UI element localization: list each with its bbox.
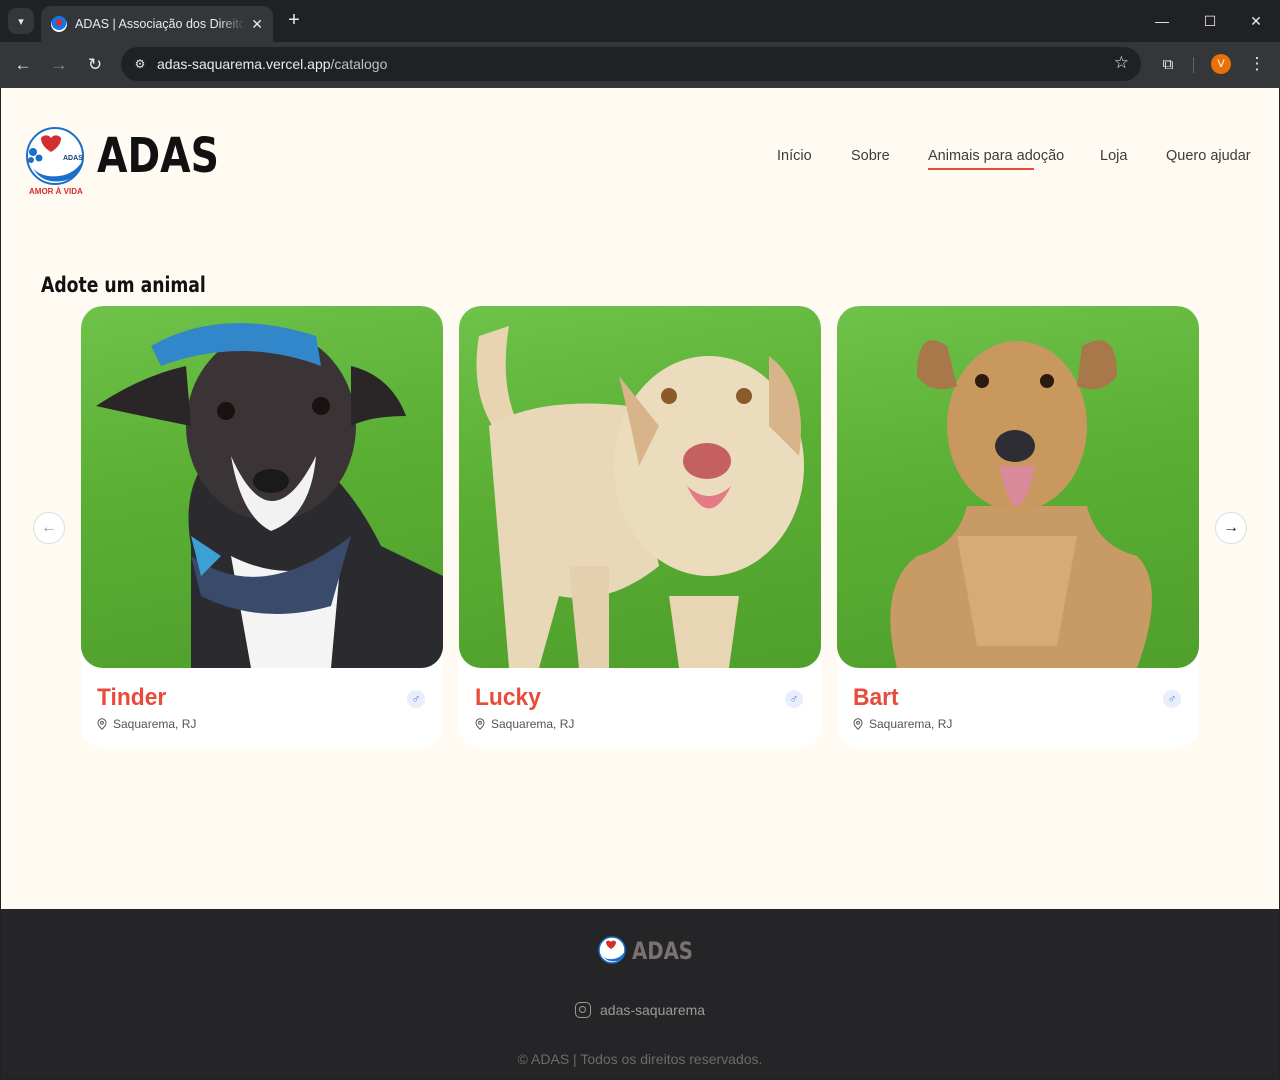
- animal-name[interactable]: Bart: [853, 684, 899, 712]
- animal-location: Saquarema, RJ: [853, 717, 952, 731]
- profile-avatar[interactable]: V: [1211, 54, 1231, 74]
- extensions-icon[interactable]: ⧉: [1157, 53, 1179, 75]
- tab-close-icon[interactable]: ✕: [251, 16, 263, 33]
- nav-animais-para-adocao[interactable]: Animais para adoção: [928, 148, 1064, 164]
- location-text: Saquarema, RJ: [491, 717, 575, 731]
- animal-name[interactable]: Lucky: [475, 684, 541, 712]
- address-bar[interactable]: ⚙ adas-saquarema.vercel.app/catalogo ☆: [121, 47, 1141, 81]
- new-tab-icon[interactable]: +: [283, 9, 305, 31]
- animal-photo[interactable]: [81, 306, 443, 668]
- tab-title: ADAS | Associação dos Direitos: [75, 17, 246, 31]
- male-gender-icon: ♂: [785, 690, 803, 708]
- copyright-text: © ADAS | Todos os direitos reservados.: [517, 1051, 763, 1067]
- nav-inicio[interactable]: Início: [777, 148, 812, 164]
- browser-tabbar: ▾ ADAS | Associação dos Direitos ✕ + — ☐…: [0, 0, 1280, 42]
- maximize-icon[interactable]: ☐: [1196, 8, 1224, 34]
- browser-tab[interactable]: ADAS | Associação dos Direitos ✕: [41, 6, 273, 42]
- carousel-prev-button[interactable]: ←: [33, 512, 65, 544]
- male-gender-icon: ♂: [1163, 690, 1181, 708]
- animal-card[interactable]: Bart ♂ Saquarema, RJ: [837, 306, 1199, 748]
- footer-brand: ADAS: [632, 937, 693, 965]
- location-pin-icon: [853, 718, 863, 730]
- animal-card[interactable]: Tinder ♂ Saquarema, RJ: [81, 306, 443, 748]
- footer-logo[interactable]: [597, 935, 627, 965]
- page-content: ADAS AMOR À VIDA ADAS Início Sobre Anima…: [1, 88, 1279, 1079]
- toolbar-divider: [1193, 57, 1194, 73]
- instagram-icon: [575, 1002, 591, 1018]
- animal-card[interactable]: Lucky ♂ Saquarema, RJ: [459, 306, 821, 748]
- url-text[interactable]: adas-saquarema.vercel.app/catalogo: [157, 56, 387, 72]
- favicon-icon: [51, 16, 67, 32]
- nav-loja[interactable]: Loja: [1100, 148, 1127, 164]
- brand-title[interactable]: ADAS: [97, 128, 219, 184]
- location-text: Saquarema, RJ: [113, 717, 197, 731]
- arrow-right-icon: →: [1223, 519, 1239, 536]
- nav-sobre[interactable]: Sobre: [851, 148, 890, 164]
- animal-photo[interactable]: [459, 306, 821, 668]
- active-nav-indicator: [928, 168, 1034, 170]
- instagram-link[interactable]: adas-saquarema: [575, 1002, 705, 1018]
- window-close-icon[interactable]: ✕: [1242, 8, 1270, 34]
- location-pin-icon: [97, 718, 107, 730]
- site-footer: ADAS adas-saquarema © ADAS | Todos os di…: [1, 909, 1279, 1079]
- site-header: ADAS AMOR À VIDA ADAS Início Sobre Anima…: [1, 88, 1279, 228]
- animal-location: Saquarema, RJ: [97, 717, 196, 731]
- animal-photo[interactable]: [837, 306, 1199, 668]
- male-gender-icon: ♂: [407, 690, 425, 708]
- arrow-left-icon: ←: [41, 519, 57, 536]
- carousel-next-button[interactable]: →: [1215, 512, 1247, 544]
- adas-logo[interactable]: ADAS AMOR À VIDA: [23, 124, 87, 196]
- section-title: Adote um animal: [41, 273, 206, 297]
- forward-icon[interactable]: →: [47, 53, 71, 77]
- svg-text:ADAS: ADAS: [63, 155, 83, 162]
- animal-name[interactable]: Tinder: [97, 684, 166, 712]
- location-text: Saquarema, RJ: [869, 717, 953, 731]
- minimize-icon[interactable]: —: [1148, 8, 1176, 34]
- nav-quero-ajudar[interactable]: Quero ajudar: [1166, 148, 1251, 164]
- browser-toolbar: ← → ↻ ⚙ adas-saquarema.vercel.app/catalo…: [0, 42, 1280, 88]
- back-icon[interactable]: ←: [11, 53, 35, 77]
- instagram-handle: adas-saquarema: [600, 1002, 706, 1018]
- animal-location: Saquarema, RJ: [475, 717, 574, 731]
- browser-menu-icon[interactable]: ⋮: [1247, 53, 1267, 75]
- site-info-icon[interactable]: ⚙: [129, 53, 151, 75]
- svg-text:AMOR À VIDA: AMOR À VIDA: [29, 187, 83, 196]
- bookmark-star-icon[interactable]: ☆: [1114, 53, 1129, 73]
- location-pin-icon: [475, 718, 485, 730]
- reload-icon[interactable]: ↻: [83, 53, 107, 77]
- tab-search-icon[interactable]: ▾: [8, 8, 34, 34]
